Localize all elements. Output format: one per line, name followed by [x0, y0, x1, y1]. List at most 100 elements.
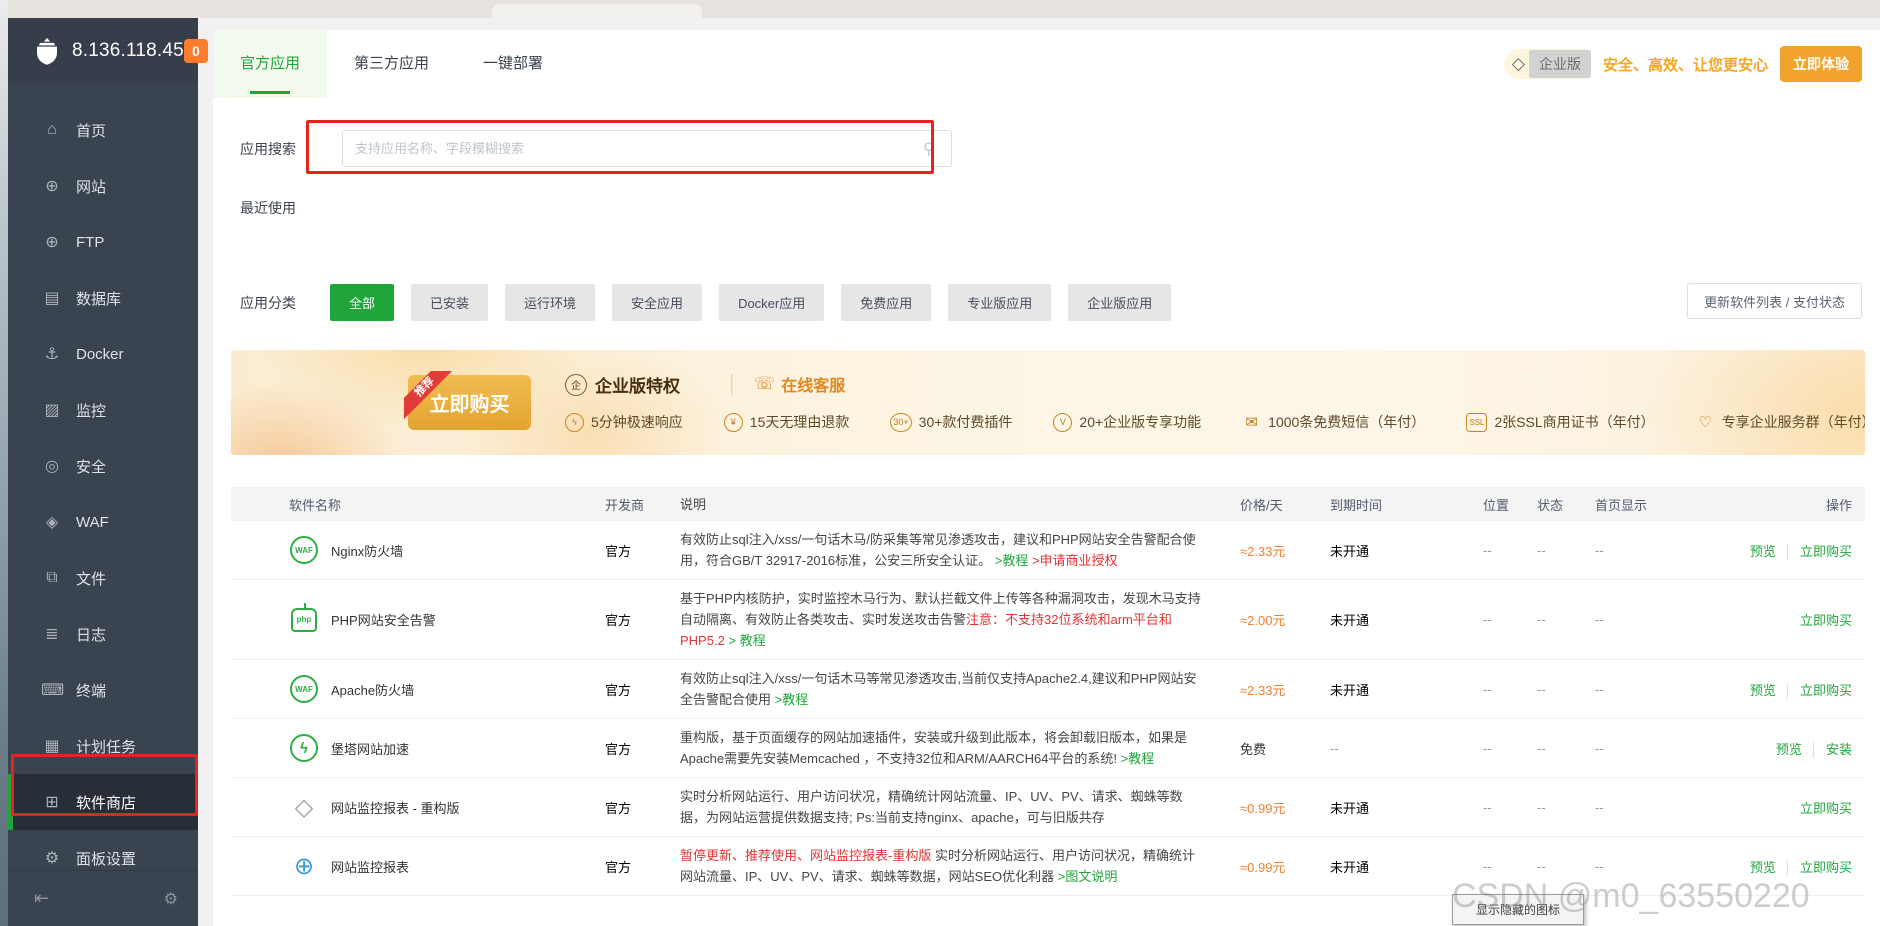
action-preview-link[interactable]: 预览	[1776, 742, 1802, 757]
category-button-8[interactable]: 企业版应用	[1068, 284, 1171, 321]
sidebar-item-waf[interactable]: ◈WAF	[8, 494, 198, 550]
banner-features: ϟ5分钟极速响应¥15天无理由退款30+30+款付费插件V20+企业版专享功能✉…	[565, 412, 1865, 432]
sidebar-item-logs[interactable]: ≣日志	[8, 606, 198, 662]
action-install-link[interactable]: 安装	[1826, 742, 1852, 757]
app-description: 暂停更新、推荐使用、网站监控报表-重构版 实时分析网站运行、用户访问状况，精确统…	[680, 837, 1240, 895]
panel-logo-row[interactable]: 8.136.118.45 0	[8, 18, 198, 84]
banner-feature: ¥15天无理由退款	[724, 412, 850, 432]
category-button-4[interactable]: 安全应用	[612, 284, 702, 321]
buy-now-label: 立即购买	[430, 394, 510, 416]
search-label: 应用搜索	[240, 139, 312, 159]
tab-2[interactable]: 第三方应用	[327, 30, 456, 98]
buy-now-button[interactable]: 立即购买 推荐	[408, 375, 531, 430]
search-icon[interactable]: ⚲	[923, 139, 941, 157]
sidebar-item-docker[interactable]: ⚓ Docker	[8, 326, 198, 382]
category-button-1[interactable]: 全部	[330, 284, 394, 321]
sidebar-item-database[interactable]: ▤数据库	[8, 270, 198, 326]
category-button-7[interactable]: 专业版应用	[948, 284, 1051, 321]
sidebar-item-home[interactable]: ⌂首页	[8, 102, 198, 158]
message-count-badge[interactable]: 0	[184, 39, 208, 63]
action-buy-link[interactable]: 立即购买	[1800, 801, 1852, 816]
action-preview-link[interactable]: 预览	[1750, 860, 1776, 875]
desc-text: 重构版，基于页面缓存的网站加速插件，安装或升级到此版本，将会卸载旧版本，如果是A…	[680, 730, 1187, 766]
docker-icon: ⚓	[41, 344, 63, 364]
action-buy-link[interactable]: 立即购买	[1800, 683, 1852, 698]
app-description: 实时分析网站运行、用户访问状况，精确统计网站流量、IP、UV、PV、请求、蜘蛛等…	[680, 778, 1240, 836]
sidebar-item-label: Docker	[76, 346, 124, 363]
action-preview-link[interactable]: 预览	[1750, 683, 1776, 698]
online-support-link[interactable]: ☏ 在线客服	[754, 372, 845, 396]
sidebar-item-security[interactable]: ◎安全	[8, 438, 198, 494]
browser-tab-ghost	[492, 4, 702, 18]
app-price: ≈2.33元	[1240, 541, 1330, 560]
sidebar-item-sites[interactable]: ⊕网站	[8, 158, 198, 214]
terminal-icon: ⌨	[41, 680, 63, 700]
sidebar-item-label: 安全	[76, 456, 106, 477]
app-name-cell: phpPHP网站安全告警	[231, 605, 605, 635]
table-header: 软件名称开发商说明价格/天到期时间位置状态首页显示操作	[231, 487, 1865, 521]
app-location: --	[1483, 612, 1537, 627]
feature-label: 5分钟极速响应	[591, 412, 683, 432]
app-expire: 未开通	[1330, 610, 1483, 629]
app-home-display: --	[1595, 543, 1725, 558]
sidebar-item-files[interactable]: ⧉文件	[8, 550, 198, 606]
cron-icon: ▦	[41, 736, 63, 756]
action-preview-link[interactable]: 预览	[1750, 544, 1776, 559]
sidebar-item-monitor[interactable]: ▨监控	[8, 382, 198, 438]
sidebar-item-cron[interactable]: ▦计划任务	[8, 718, 198, 774]
banner-feature: ✉1000条免费短信（年付）	[1242, 412, 1425, 432]
action-buy-link[interactable]: 立即购买	[1800, 613, 1852, 628]
sidebar-menu: ⌂首页⊕网站⊕FTP▤数据库 ⚓ Docker ▨监控◎安全◈WAF⧉文件≣日志⌨终端…	[8, 102, 198, 886]
feature-label: 1000条免费短信（年付）	[1268, 412, 1425, 432]
sidebar-settings-icon[interactable]: ⚙	[164, 889, 178, 909]
ftp-icon: ⊕	[41, 232, 63, 252]
desc-link[interactable]: > 教程	[725, 633, 766, 648]
tab-1[interactable]: 官方应用	[213, 30, 327, 98]
feature-icon: ϟ	[565, 413, 584, 432]
category-button-2[interactable]: 已安装	[411, 284, 488, 321]
column-header-exp: 到期时间	[1330, 495, 1483, 514]
app-name-cell: ϟ堡塔网站加速	[231, 733, 605, 763]
desc-link[interactable]: >申请商业授权	[1028, 553, 1117, 568]
app-status: --	[1537, 741, 1595, 756]
search-input[interactable]	[343, 131, 951, 166]
desc-link[interactable]: >教程	[1121, 751, 1155, 766]
tray-tooltip: 显示隐藏的图标	[1452, 894, 1584, 925]
app-developer: 官方	[605, 541, 680, 560]
column-header-desc: 说明	[680, 487, 1240, 523]
sidebar-item-ftp[interactable]: ⊕FTP	[8, 214, 198, 270]
category-button-6[interactable]: 免费应用	[841, 284, 931, 321]
banner-feature: ϟ 5分钟极速响应	[565, 412, 683, 432]
update-software-list-button[interactable]: 更新软件列表 / 支付状态	[1687, 283, 1862, 319]
try-now-button[interactable]: 立即体验	[1780, 46, 1862, 82]
app-icon-waf: WAF	[289, 535, 319, 565]
banner-feature: 30+30+款付费插件	[890, 412, 1012, 432]
action-buy-link[interactable]: 立即购买	[1800, 860, 1852, 875]
panel-settings-icon: ⚙	[41, 848, 63, 868]
action-buy-link[interactable]: 立即购买	[1800, 544, 1852, 559]
app-icon-cube: ◇	[289, 792, 319, 822]
app-developer: 官方	[605, 857, 680, 876]
desc-link[interactable]: >教程	[775, 692, 809, 707]
desc-link[interactable]: >图文说明	[1058, 869, 1118, 884]
app-expire: 未开通	[1330, 680, 1483, 699]
sidebar-item-softstore[interactable]: ⊞软件商店	[8, 774, 198, 830]
category-button-3[interactable]: 运行环境	[505, 284, 595, 321]
feature-label: 20+企业版专享功能	[1079, 412, 1201, 432]
column-header-price: 价格/天	[1240, 495, 1330, 514]
app-developer: 官方	[605, 798, 680, 817]
sidebar-item-terminal[interactable]: ⌨终端	[8, 662, 198, 718]
table-row: ◇网站监控报表 - 重构版官方实时分析网站运行、用户访问状况，精确统计网站流量、…	[231, 778, 1865, 837]
column-header-loc: 位置	[1483, 495, 1537, 514]
app-name: Nginx防火墙	[331, 541, 403, 560]
table-row: phpPHP网站安全告警官方基于PHP内核防护，实时监控木马行为、默认拦截文件上…	[231, 580, 1865, 660]
category-button-5[interactable]: Docker应用	[719, 284, 824, 321]
table-row: WAFNginx防火墙官方有效防止sql注入/xss/一句话木马/防采集等常见渗…	[231, 521, 1865, 580]
app-actions: 预览│立即购买	[1725, 541, 1865, 560]
collapse-sidebar-icon[interactable]: ⇤	[34, 888, 49, 909]
desc-link[interactable]: >教程	[991, 553, 1028, 568]
app-name-cell: WAF Nginx防火墙	[231, 535, 605, 565]
app-location: --	[1483, 682, 1537, 697]
tab-3[interactable]: 一键部署	[456, 30, 570, 98]
desc-text: 实时分析网站运行、用户访问状况，精确统计网站流量、IP、UV、PV、请求、蜘蛛等…	[680, 789, 1183, 825]
